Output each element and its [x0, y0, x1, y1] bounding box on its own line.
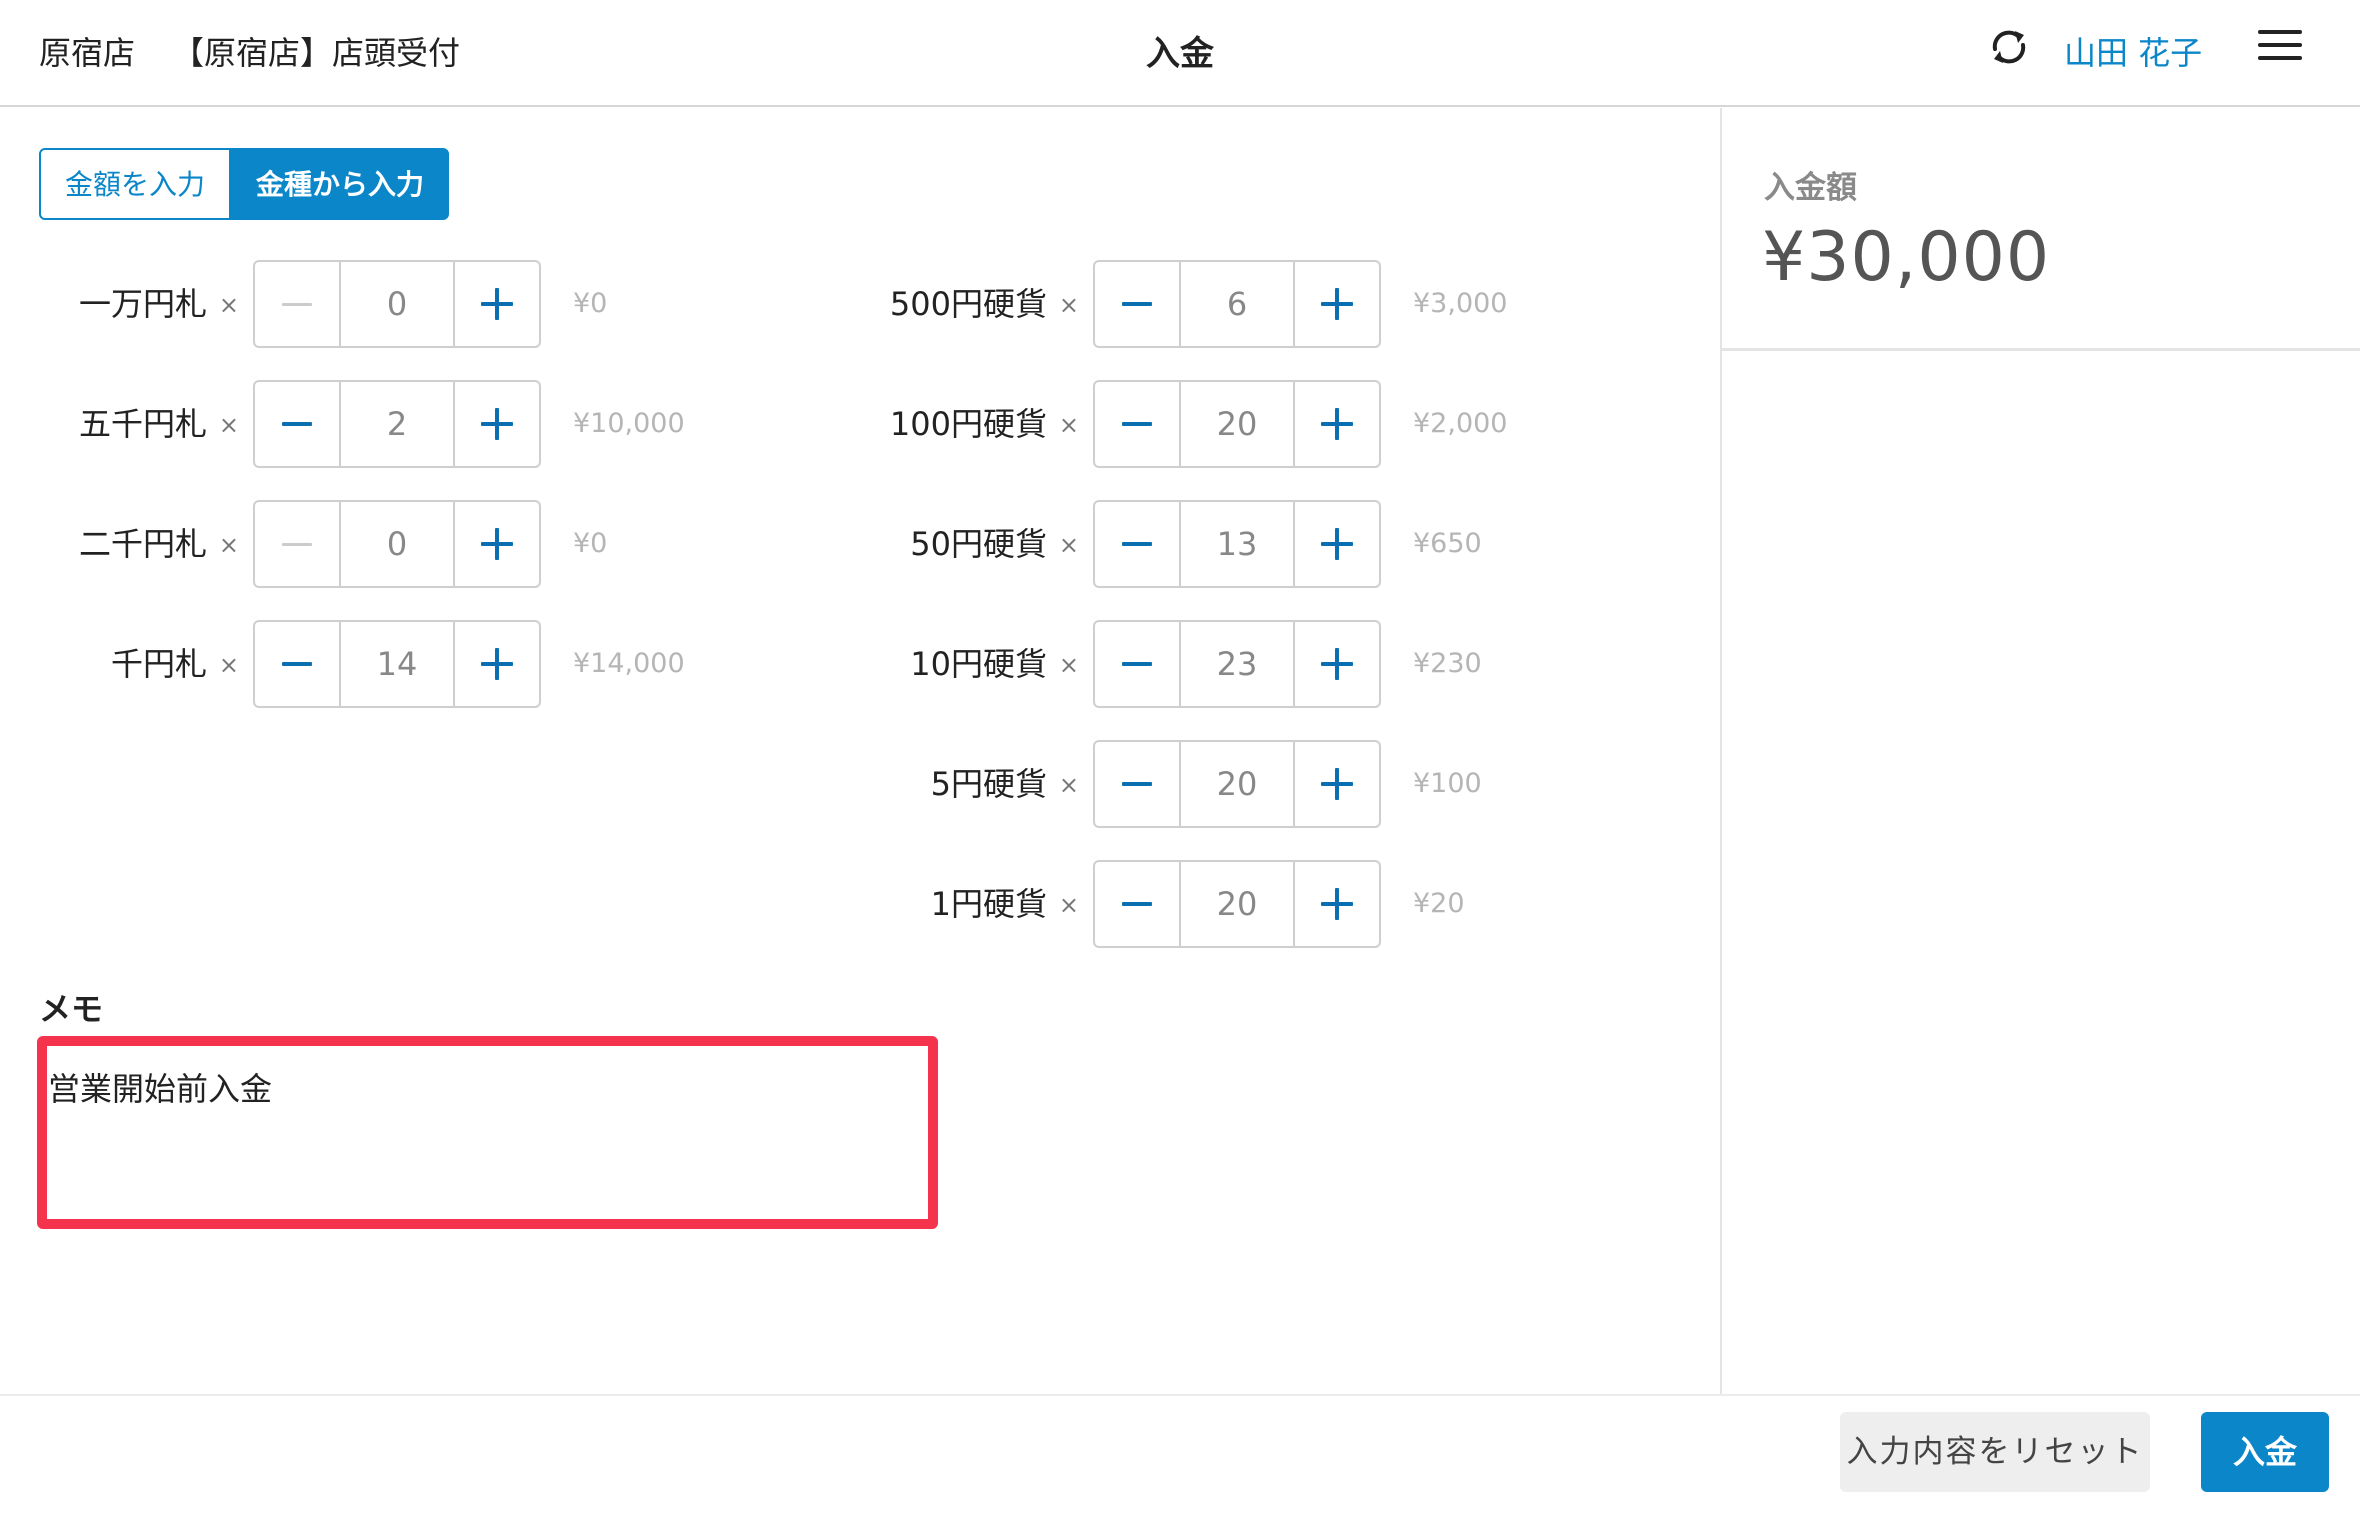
increment-button[interactable] [453, 502, 539, 586]
app-header: 原宿店 【原宿店】店頭受付 入金 山田 花子 [0, 0, 2360, 107]
plus-icon [1321, 768, 1353, 800]
user-name-link[interactable]: 山田 花子 [2064, 28, 2202, 74]
tab-amount-input[interactable]: 金額を入力 [39, 148, 231, 220]
increment-button[interactable] [1293, 262, 1379, 346]
denomination-subtotal: ¥0 [573, 528, 608, 559]
decrement-button[interactable] [255, 622, 341, 706]
decrement-button[interactable] [255, 262, 341, 346]
minus-icon [1122, 542, 1152, 546]
denomination-subtotal: ¥650 [1413, 528, 1482, 559]
decrement-button[interactable] [1095, 382, 1181, 466]
increment-button[interactable] [1293, 382, 1379, 466]
page-title: 入金 [1146, 34, 1214, 74]
increment-button[interactable] [1293, 622, 1379, 706]
plus-icon [481, 408, 513, 440]
summary-separator [1722, 348, 2360, 351]
quantity-input[interactable]: 6 [1181, 262, 1293, 346]
plus-icon [1321, 888, 1353, 920]
minus-icon [1122, 782, 1152, 786]
multiply-symbol: × [1058, 771, 1079, 799]
store-name: 原宿店 [39, 34, 136, 72]
denomination-subtotal: ¥20 [1413, 888, 1465, 919]
multiply-symbol: × [1058, 291, 1079, 319]
increment-button[interactable] [453, 622, 539, 706]
multiply-symbol: × [218, 291, 239, 319]
decrement-button[interactable] [1095, 262, 1181, 346]
footer-divider [0, 1394, 2360, 1396]
increment-button[interactable] [1293, 862, 1379, 946]
quantity-stepper: 2 [253, 380, 541, 468]
quantity-input[interactable]: 20 [1181, 742, 1293, 826]
multiply-symbol: × [1058, 891, 1079, 919]
quantity-stepper: 0 [253, 500, 541, 588]
increment-button[interactable] [453, 262, 539, 346]
minus-icon [1122, 422, 1152, 426]
minus-icon [282, 542, 312, 546]
reset-button[interactable]: 入力内容をリセット [1840, 1412, 2150, 1492]
plus-icon [1321, 648, 1353, 680]
quantity-stepper: 13 [1093, 500, 1381, 588]
denomination-subtotal: ¥14,000 [573, 648, 685, 679]
minus-icon [1122, 902, 1152, 906]
quantity-stepper: 20 [1093, 860, 1381, 948]
plus-icon [1321, 288, 1353, 320]
denomination-subtotal: ¥230 [1413, 648, 1482, 679]
denomination-subtotal: ¥10,000 [573, 408, 685, 439]
quantity-input[interactable]: 0 [341, 262, 453, 346]
denomination-subtotal: ¥0 [573, 288, 608, 319]
quantity-stepper: 14 [253, 620, 541, 708]
decrement-button[interactable] [1095, 622, 1181, 706]
memo-text: 営業開始前入金 [48, 1070, 273, 1108]
decrement-button[interactable] [255, 502, 341, 586]
quantity-input[interactable]: 2 [341, 382, 453, 466]
plus-icon [1321, 408, 1353, 440]
multiply-symbol: × [1058, 411, 1079, 439]
register-name: 【原宿店】店頭受付 [172, 34, 461, 72]
multiply-symbol: × [218, 531, 239, 559]
quantity-input[interactable]: 13 [1181, 502, 1293, 586]
panel-divider [1720, 108, 1722, 1394]
decrement-button[interactable] [255, 382, 341, 466]
decrement-button[interactable] [1095, 502, 1181, 586]
minus-icon [282, 422, 312, 426]
plus-icon [481, 648, 513, 680]
sync-icon[interactable] [1984, 22, 2034, 72]
quantity-input[interactable]: 23 [1181, 622, 1293, 706]
deposit-submit-button[interactable]: 入金 [2201, 1412, 2329, 1492]
increment-button[interactable] [453, 382, 539, 466]
denomination-subtotal: ¥3,000 [1413, 288, 1508, 319]
denomination-subtotal: ¥100 [1413, 768, 1482, 799]
increment-button[interactable] [1293, 742, 1379, 826]
deposit-amount-label: 入金額 [1764, 170, 1857, 206]
tab-denomination-input[interactable]: 金種から入力 [231, 148, 449, 220]
quantity-input[interactable]: 20 [1181, 862, 1293, 946]
multiply-symbol: × [218, 651, 239, 679]
input-mode-tabs: 金額を入力 金種から入力 [39, 148, 449, 220]
memo-label: メモ [39, 990, 104, 1028]
minus-icon [1122, 302, 1152, 306]
quantity-stepper: 23 [1093, 620, 1381, 708]
denomination-subtotal: ¥2,000 [1413, 408, 1508, 439]
quantity-input[interactable]: 20 [1181, 382, 1293, 466]
deposit-amount-value: ¥30,000 [1762, 218, 2051, 297]
hamburger-menu-icon[interactable] [2258, 30, 2302, 66]
increment-button[interactable] [1293, 502, 1379, 586]
quantity-stepper: 6 [1093, 260, 1381, 348]
plus-icon [481, 288, 513, 320]
minus-icon [282, 662, 312, 666]
quantity-stepper: 20 [1093, 740, 1381, 828]
minus-icon [1122, 662, 1152, 666]
plus-icon [1321, 528, 1353, 560]
quantity-stepper: 0 [253, 260, 541, 348]
decrement-button[interactable] [1095, 862, 1181, 946]
multiply-symbol: × [1058, 531, 1079, 559]
multiply-symbol: × [218, 411, 239, 439]
quantity-input[interactable]: 14 [341, 622, 453, 706]
decrement-button[interactable] [1095, 742, 1181, 826]
plus-icon [481, 528, 513, 560]
multiply-symbol: × [1058, 651, 1079, 679]
minus-icon [282, 302, 312, 306]
quantity-input[interactable]: 0 [341, 502, 453, 586]
quantity-stepper: 20 [1093, 380, 1381, 468]
